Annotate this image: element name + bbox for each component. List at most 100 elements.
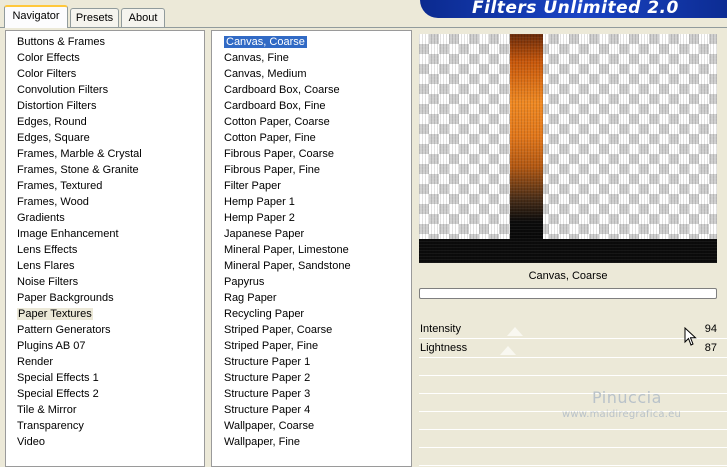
filter-item[interactable]: Striped Paper, Coarse xyxy=(212,322,411,338)
category-item[interactable]: Frames, Textured xyxy=(6,178,204,194)
category-list[interactable]: Buttons & Frames Color Effects Color Filte… xyxy=(6,31,204,450)
tab-about[interactable]: About xyxy=(121,8,165,28)
category-item-label: Frames, Textured xyxy=(17,180,103,192)
category-item-label: Frames, Wood xyxy=(17,196,89,208)
category-item-label: Lens Effects xyxy=(17,244,78,256)
category-item-label: Lens Flares xyxy=(17,260,75,272)
category-item[interactable]: Frames, Stone & Granite xyxy=(6,162,204,178)
filter-item-label: Canvas, Coarse xyxy=(224,36,307,48)
filter-item[interactable]: Cardboard Box, Fine xyxy=(212,98,411,114)
filter-item-label: Japanese Paper xyxy=(224,228,305,240)
preview-pane: Canvas, Coarse Intensity 94 Lightness 87 xyxy=(415,30,727,467)
filter-item[interactable]: Papyrus xyxy=(212,274,411,290)
category-item[interactable]: Pattern Generators xyxy=(6,322,204,338)
category-item[interactable]: Paper Textures xyxy=(6,306,204,322)
filter-item[interactable]: Canvas, Fine xyxy=(212,50,411,66)
filter-item-label: Cardboard Box, Fine xyxy=(224,100,326,112)
filter-item-label: Cardboard Box, Coarse xyxy=(224,84,340,96)
category-item-label: Pattern Generators xyxy=(17,324,111,336)
category-item[interactable]: Plugins AB 07 xyxy=(6,338,204,354)
filter-item[interactable]: Fibrous Paper, Fine xyxy=(212,162,411,178)
category-item[interactable]: Lens Flares xyxy=(6,258,204,274)
filter-list[interactable]: Canvas, Coarse Canvas, Fine Canvas, Medium… xyxy=(212,31,411,450)
category-item[interactable]: Gradients xyxy=(6,210,204,226)
filter-item[interactable]: Structure Paper 3 xyxy=(212,386,411,402)
filter-item[interactable]: Hemp Paper 2 xyxy=(212,210,411,226)
filter-item[interactable]: Cotton Paper, Fine xyxy=(212,130,411,146)
filter-item[interactable]: Cardboard Box, Coarse xyxy=(212,82,411,98)
category-item[interactable]: Edges, Square xyxy=(6,130,204,146)
slider-lightness[interactable]: Lightness 87 xyxy=(419,339,727,358)
slider-intensity-thumb[interactable] xyxy=(506,327,523,336)
category-list-panel[interactable]: Buttons & Frames Color Effects Color Filte… xyxy=(5,30,205,467)
filter-item-label: Structure Paper 1 xyxy=(224,356,311,368)
filter-item[interactable]: Striped Paper, Fine xyxy=(212,338,411,354)
category-item[interactable]: Special Effects 2 xyxy=(6,386,204,402)
filter-item[interactable]: Structure Paper 4 xyxy=(212,402,411,418)
filter-item[interactable]: Hemp Paper 1 xyxy=(212,194,411,210)
category-item-label: Edges, Round xyxy=(17,116,87,128)
filter-item[interactable]: Filter Paper xyxy=(212,178,411,194)
category-item[interactable]: Noise Filters xyxy=(6,274,204,290)
category-item[interactable]: Video xyxy=(6,434,204,450)
filter-item-label: Canvas, Medium xyxy=(224,68,307,80)
tab-presets[interactable]: Presets xyxy=(70,8,119,28)
filter-list-panel[interactable]: Canvas, Coarse Canvas, Fine Canvas, Medium… xyxy=(211,30,412,467)
category-item[interactable]: Render xyxy=(6,354,204,370)
slider-lightness-thumb[interactable] xyxy=(499,346,516,355)
filter-item[interactable]: Wallpaper, Fine xyxy=(212,434,411,450)
slider-empty-row xyxy=(419,430,727,448)
filter-item[interactable]: Wallpaper, Coarse xyxy=(212,418,411,434)
filter-item[interactable]: Cotton Paper, Coarse xyxy=(212,114,411,130)
watermark-name: Pinuccia xyxy=(592,388,662,407)
slider-intensity[interactable]: Intensity 94 xyxy=(419,320,727,339)
slider-intensity-label: Intensity xyxy=(420,323,461,335)
category-item[interactable]: Buttons & Frames xyxy=(6,34,204,50)
filter-item[interactable]: Canvas, Medium xyxy=(212,66,411,82)
filter-item-label: Recycling Paper xyxy=(224,308,305,320)
filter-item[interactable]: Mineral Paper, Sandstone xyxy=(212,258,411,274)
category-item[interactable]: Tile & Mirror xyxy=(6,402,204,418)
category-item[interactable]: Color Effects xyxy=(6,50,204,66)
category-item-label: Image Enhancement xyxy=(17,228,119,240)
category-item-label: Color Filters xyxy=(17,68,77,80)
filter-item-label: Rag Paper xyxy=(224,292,277,304)
category-item[interactable]: Paper Backgrounds xyxy=(6,290,204,306)
filter-item[interactable]: Mineral Paper, Limestone xyxy=(212,242,411,258)
category-item[interactable]: Color Filters xyxy=(6,66,204,82)
category-item[interactable]: Frames, Marble & Crystal xyxy=(6,146,204,162)
category-item[interactable]: Edges, Round xyxy=(6,114,204,130)
category-item-label: Special Effects 2 xyxy=(17,388,99,400)
slider-lightness-label: Lightness xyxy=(420,342,468,354)
filter-item[interactable]: Rag Paper xyxy=(212,290,411,306)
filter-item-label: Striped Paper, Fine xyxy=(224,340,319,352)
category-item-label: Gradients xyxy=(17,212,65,224)
filter-item[interactable]: Fibrous Paper, Coarse xyxy=(212,146,411,162)
category-item-label: Paper Textures xyxy=(17,308,93,320)
filter-item-label: Mineral Paper, Limestone xyxy=(224,244,349,256)
filter-item-label: Cotton Paper, Coarse xyxy=(224,116,330,128)
category-item-label: Paper Backgrounds xyxy=(17,292,114,304)
app-title: Filters Unlimited 2.0 xyxy=(472,0,679,18)
filter-item[interactable]: Structure Paper 2 xyxy=(212,370,411,386)
filter-item-label: Striped Paper, Coarse xyxy=(224,324,333,336)
category-item-label: Render xyxy=(17,356,54,368)
filter-item[interactable]: Japanese Paper xyxy=(212,226,411,242)
category-item[interactable]: Convolution Filters xyxy=(6,82,204,98)
category-item[interactable]: Special Effects 1 xyxy=(6,370,204,386)
preview-image[interactable] xyxy=(419,34,717,263)
tab-navigator[interactable]: Navigator xyxy=(4,5,68,28)
filter-item-label: Structure Paper 4 xyxy=(224,404,311,416)
filter-item-label: Filter Paper xyxy=(224,180,281,192)
category-item[interactable]: Image Enhancement xyxy=(6,226,204,242)
category-item[interactable]: Frames, Wood xyxy=(6,194,204,210)
watermark-url: www.maidiregrafica.eu xyxy=(562,409,681,420)
category-item[interactable]: Distortion Filters xyxy=(6,98,204,114)
category-item[interactable]: Transparency xyxy=(6,418,204,434)
category-item-label: Color Effects xyxy=(17,52,80,64)
filter-item-label: Cotton Paper, Fine xyxy=(224,132,316,144)
filter-item[interactable]: Canvas, Coarse xyxy=(212,34,411,50)
filter-item[interactable]: Structure Paper 1 xyxy=(212,354,411,370)
category-item[interactable]: Lens Effects xyxy=(6,242,204,258)
filter-item[interactable]: Recycling Paper xyxy=(212,306,411,322)
